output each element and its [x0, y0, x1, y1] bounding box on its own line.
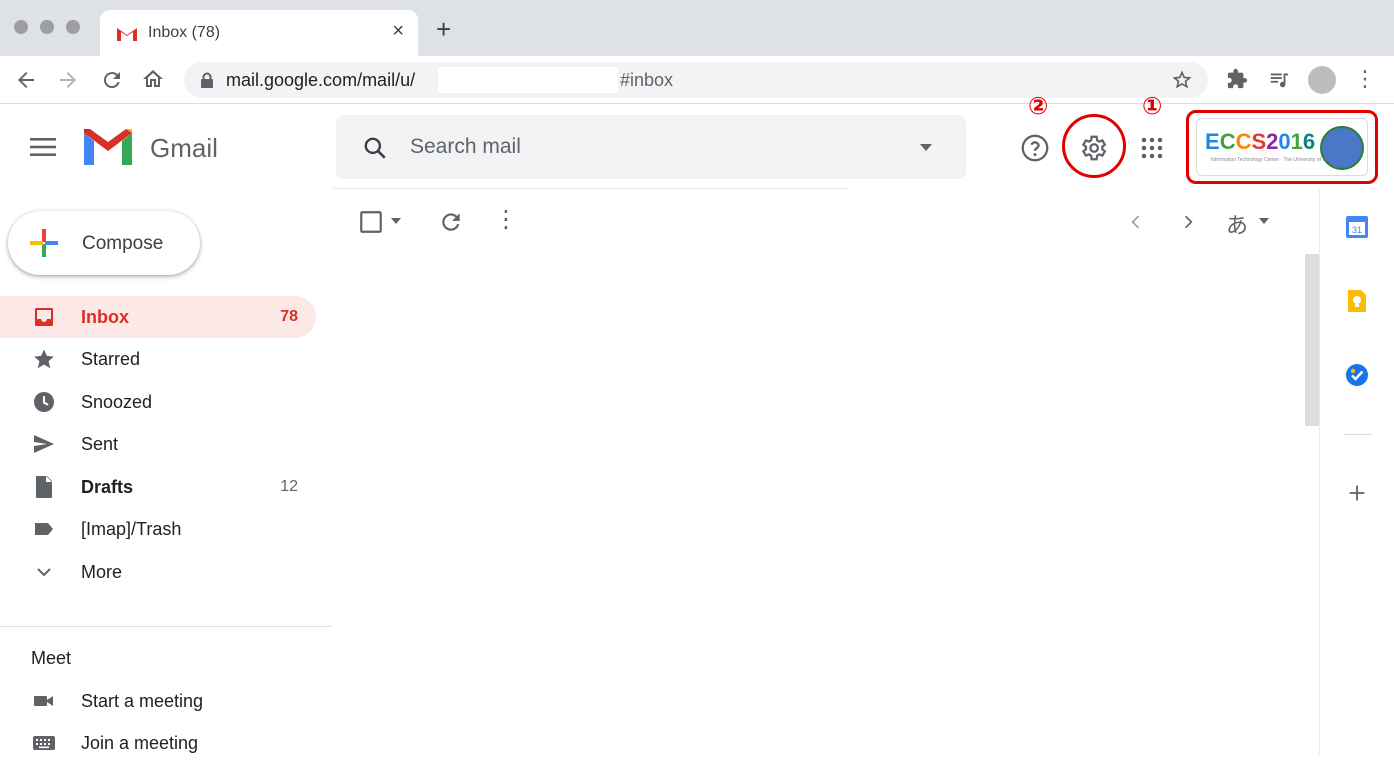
keyboard-icon [33, 736, 55, 750]
select-all-checkbox[interactable] [358, 209, 384, 235]
gmail-favicon-icon [117, 28, 137, 41]
compose-plus-icon [30, 229, 58, 257]
meet-start-label: Start a meeting [81, 691, 204, 711]
search-icon[interactable] [362, 135, 388, 161]
input-tools-label[interactable]: あ [1226, 208, 1248, 240]
tab-title: Inbox (78) [148, 24, 221, 41]
profile-avatar-icon[interactable] [1308, 66, 1336, 94]
sidebar-item-snoozed[interactable]: Snoozed [0, 381, 316, 423]
home-icon[interactable] [141, 67, 165, 91]
clock-icon [34, 392, 54, 412]
extensions-puzzle-icon[interactable] [1226, 68, 1248, 90]
more-options-icon[interactable]: ⋮ [494, 206, 518, 234]
newer-page-chevron-icon[interactable] [1126, 212, 1146, 232]
video-camera-icon [34, 696, 53, 706]
sidebar-item-label: Drafts [81, 477, 134, 497]
settings-highlight-circle [1062, 114, 1126, 178]
browser-menu-icon[interactable]: ⋮ [1354, 68, 1376, 90]
window-minimize-dot[interactable] [40, 20, 54, 34]
sidebar-item-label: Snoozed [81, 392, 153, 412]
account-brand-subtitle: Information Technology Center · The Univ… [1211, 157, 1336, 163]
sidebar-item-count: 78 [280, 308, 298, 325]
window-zoom-dot[interactable] [66, 20, 80, 34]
sidebar-item-sent[interactable]: Sent [0, 423, 316, 465]
gmail-header: Gmail [0, 105, 1394, 189]
gmail-logo-icon[interactable] [82, 127, 134, 167]
back-arrow-icon[interactable] [14, 68, 38, 92]
help-icon[interactable] [1020, 133, 1050, 163]
send-icon [34, 435, 54, 453]
meet-start-meeting[interactable]: Start a meeting [0, 680, 316, 722]
side-panel-divider [1344, 434, 1372, 435]
meet-join-label: Join a meeting [81, 733, 199, 753]
forward-arrow-icon[interactable] [56, 68, 80, 92]
sidebar-item-label: More [81, 562, 123, 582]
keep-icon[interactable] [1344, 288, 1370, 314]
star-icon [34, 349, 54, 369]
meet-section-title: Meet [31, 648, 72, 668]
url-redaction [438, 67, 618, 93]
reload-icon[interactable] [100, 68, 124, 92]
account-avatar[interactable] [1320, 126, 1364, 170]
sidebar-item-label: Inbox [81, 307, 129, 327]
inbox-icon [35, 308, 53, 326]
search-bar[interactable] [336, 115, 966, 179]
gmail-wordmark: Gmail [150, 133, 218, 163]
scrollbar-thumb[interactable] [1305, 254, 1319, 426]
browser-tab-strip: Inbox (78) × + [0, 0, 1394, 56]
browser-toolbar: mail.google.com/mail/u/ #inbox ⋮ [0, 56, 1394, 104]
tab-close-icon[interactable]: × [392, 20, 404, 43]
address-bar[interactable]: mail.google.com/mail/u/ #inbox [184, 62, 1208, 98]
compose-button[interactable]: Compose [8, 211, 200, 275]
bookmark-star-icon[interactable] [1172, 70, 1192, 90]
google-apps-icon[interactable] [1140, 136, 1164, 160]
new-tab-button[interactable]: + [436, 16, 451, 42]
url-hash: #inbox [620, 70, 674, 90]
calendar-day: 31 [1352, 225, 1362, 235]
sidebar-item-starred[interactable]: Starred [0, 338, 316, 380]
older-page-chevron-icon[interactable] [1178, 212, 1198, 232]
label-icon [35, 523, 53, 535]
draft-icon [36, 476, 52, 498]
sidebar-item-label: [Imap]/Trash [81, 519, 182, 539]
sidebar-divider [0, 626, 332, 627]
media-control-icon[interactable] [1268, 68, 1290, 90]
sidebar-item-more[interactable]: More [0, 551, 316, 593]
compose-label: Compose [82, 233, 164, 254]
annotation-number-two: ② [1028, 93, 1049, 120]
search-input[interactable] [410, 133, 890, 161]
sidebar-item-inbox[interactable]: Inbox 78 [0, 296, 316, 338]
search-options-caret-icon[interactable] [918, 143, 934, 153]
side-panel [1319, 189, 1394, 755]
window-close-dot[interactable] [14, 20, 28, 34]
header-divider [332, 188, 848, 189]
hamburger-menu-icon[interactable] [30, 137, 58, 157]
sidebar-item-label: Starred [81, 349, 141, 369]
url-host: mail.google.com/mail/u/ [226, 70, 416, 90]
account-brand-logo: ECCS2016 [1205, 129, 1316, 154]
tasks-icon[interactable] [1344, 362, 1370, 388]
browser-tab[interactable]: Inbox (78) × [100, 10, 418, 56]
input-tools-caret-icon[interactable] [1258, 217, 1270, 225]
add-addon-plus-icon[interactable] [1346, 482, 1368, 504]
lock-icon [201, 72, 213, 88]
sidebar-item-drafts[interactable]: Drafts 12 [0, 466, 316, 508]
select-caret-icon[interactable] [390, 217, 402, 225]
chevron-down-icon [37, 568, 51, 577]
sidebar-item-count: 12 [280, 478, 298, 495]
calendar-icon[interactable]: 31 [1344, 214, 1370, 240]
sidebar-item-label: Sent [81, 434, 119, 454]
meet-join-meeting[interactable]: Join a meeting [0, 722, 316, 764]
sidebar-item-trash[interactable]: [Imap]/Trash [0, 508, 316, 550]
annotation-number-one: ① [1142, 93, 1163, 120]
refresh-icon[interactable] [438, 209, 464, 235]
